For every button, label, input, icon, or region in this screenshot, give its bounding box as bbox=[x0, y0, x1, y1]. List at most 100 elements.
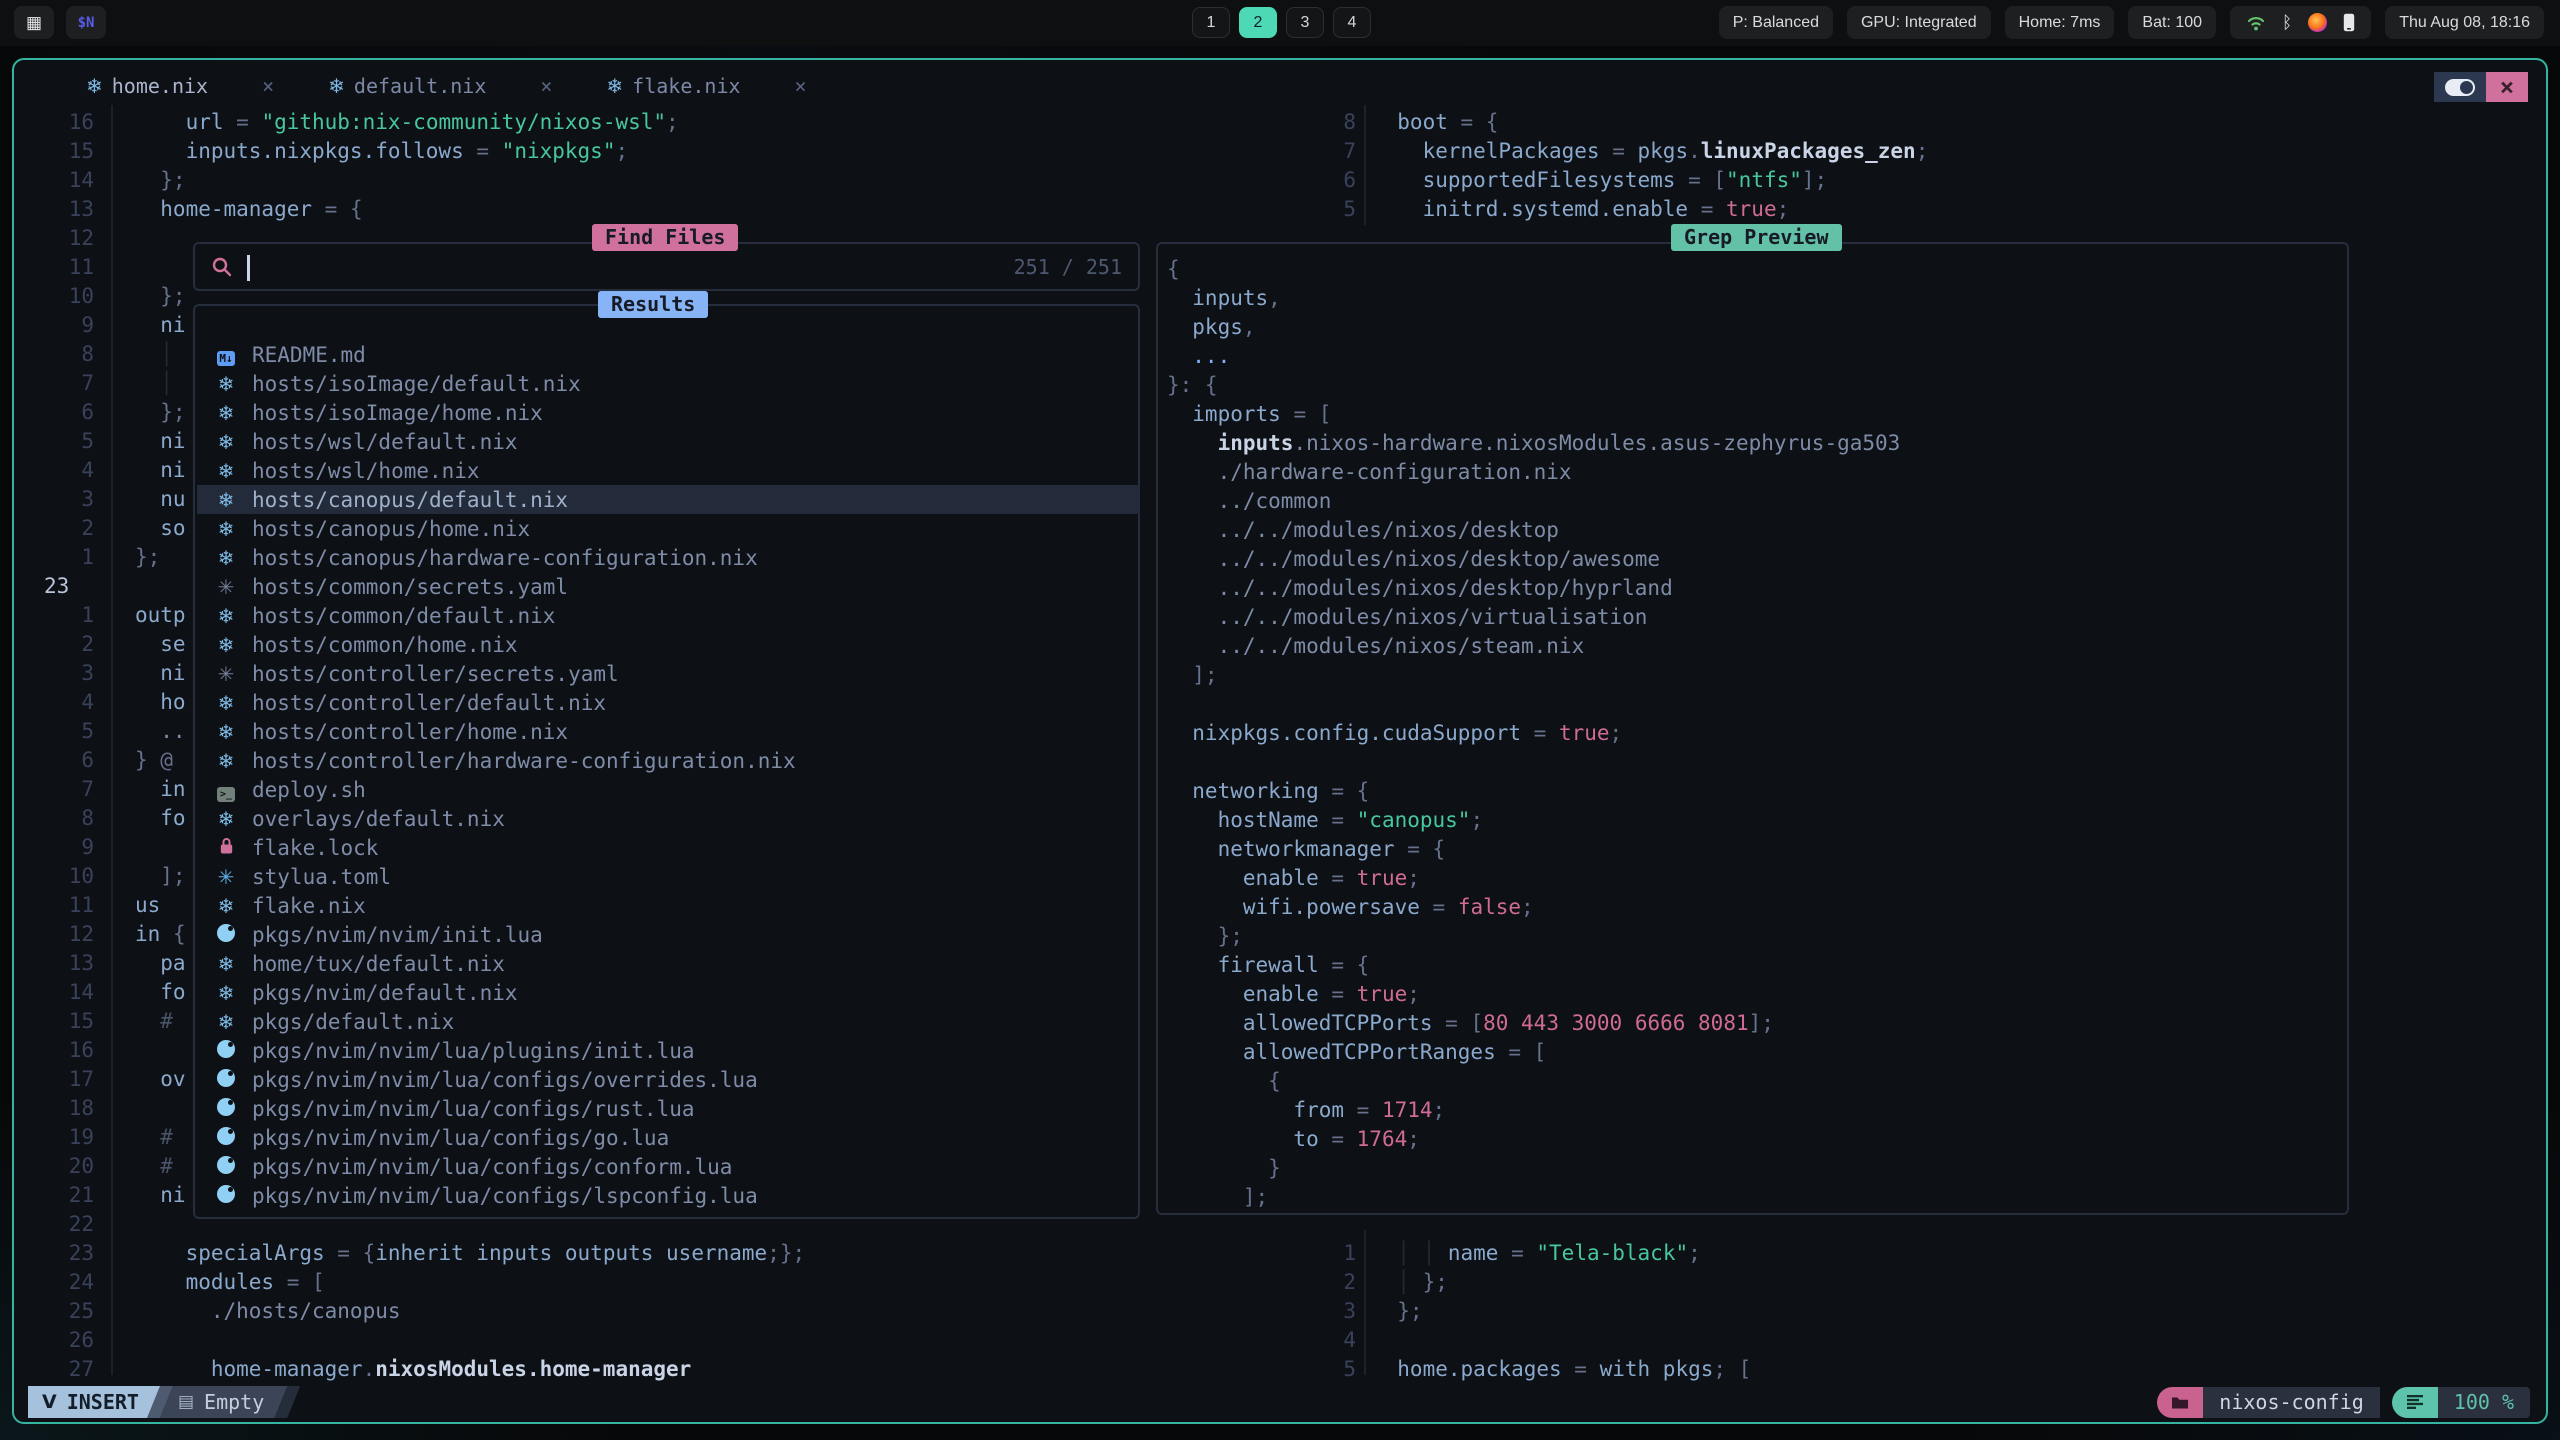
line-number: 3 bbox=[1308, 1297, 1356, 1326]
result-item[interactable]: pkgs/nvim/nvim/lua/plugins/init.lua bbox=[197, 1036, 1140, 1065]
network-icon[interactable] bbox=[2246, 14, 2266, 32]
result-item[interactable]: ❄ flake.nix bbox=[197, 891, 1140, 920]
lua-file-icon bbox=[213, 1155, 239, 1179]
result-file-path: hosts/controller/hardware-configuration.… bbox=[252, 749, 796, 773]
result-file-path: README.md bbox=[252, 343, 366, 367]
launcher-button[interactable]: ▦ bbox=[14, 6, 54, 39]
result-file-path: pkgs/nvim/nvim/lua/configs/overrides.lua bbox=[252, 1068, 758, 1092]
code-text: ni bbox=[135, 1181, 186, 1210]
code-text: } @ bbox=[135, 746, 173, 775]
search-icon bbox=[211, 256, 233, 278]
result-item[interactable]: ❄pkgs/nvim/default.nix bbox=[197, 978, 1140, 1007]
orb-icon[interactable] bbox=[2308, 13, 2327, 32]
preview-text: networkmanager = { bbox=[1167, 835, 1445, 864]
system-tray: ᛒ bbox=[2230, 6, 2371, 39]
result-file-path: hosts/common/default.nix bbox=[252, 604, 555, 628]
preview-line: }: { bbox=[1158, 371, 2347, 400]
result-file-path: flake.nix bbox=[252, 894, 366, 918]
preview-text: ../../modules/nixos/steam.nix bbox=[1167, 632, 1584, 661]
result-item[interactable]: ❄hosts/wsl/default.nix bbox=[197, 427, 1140, 456]
phone-icon[interactable] bbox=[2343, 13, 2355, 32]
yaml-file-icon: ✳ bbox=[213, 575, 239, 599]
code-text: so bbox=[135, 514, 186, 543]
line-number: 17 bbox=[46, 1065, 94, 1094]
result-file-path: pkgs/nvim/nvim/lua/configs/conform.lua bbox=[252, 1155, 732, 1179]
preview-line: inputs.nixos-hardware.nixosModules.asus-… bbox=[1158, 429, 2347, 458]
tab-flake.nix[interactable]: ❄flake.nix× bbox=[606, 74, 806, 98]
preview-text: ./hardware-configuration.nix bbox=[1167, 458, 1572, 487]
tab-default.nix[interactable]: ❄default.nix× bbox=[328, 74, 552, 98]
code-text: }; bbox=[135, 543, 160, 572]
preview-line: pkgs, bbox=[1158, 313, 2347, 342]
result-file-path: flake.lock bbox=[252, 836, 378, 860]
result-item[interactable]: ❄hosts/canopus/hardware-configuration.ni… bbox=[197, 543, 1140, 572]
tab-close-icon[interactable]: × bbox=[795, 74, 807, 98]
workspace-button-3[interactable]: 3 bbox=[1286, 7, 1324, 38]
code-text: # bbox=[135, 1152, 173, 1181]
result-file-path: pkgs/nvim/nvim/lua/configs/lspconfig.lua bbox=[252, 1184, 758, 1208]
preview-text: }; bbox=[1167, 922, 1243, 951]
result-item[interactable]: pkgs/nvim/nvim/lua/configs/conform.lua bbox=[197, 1152, 1140, 1181]
tab-home.nix[interactable]: ❄home.nix× bbox=[86, 74, 274, 98]
current-line-number: 23 bbox=[36, 572, 84, 601]
result-item[interactable]: ✳hosts/common/secrets.yaml bbox=[197, 572, 1140, 601]
workspace-button-4[interactable]: 4 bbox=[1333, 7, 1371, 38]
project-chip bbox=[2157, 1387, 2203, 1418]
result-item[interactable]: ❄hosts/canopus/home.nix bbox=[197, 514, 1140, 543]
code-text: kernelPackages = pkgs.linuxPackages_zen; bbox=[1372, 137, 1928, 166]
result-file-path: hosts/isoImage/home.nix bbox=[252, 401, 543, 425]
lock-file-icon bbox=[213, 836, 239, 860]
result-item[interactable]: ❄hosts/controller/home.nix bbox=[197, 717, 1140, 746]
tab-close-icon[interactable]: × bbox=[262, 74, 274, 98]
file-state-label: Empty bbox=[204, 1390, 264, 1414]
preview-line: imports = [ bbox=[1158, 400, 2347, 429]
preview-text: { bbox=[1167, 255, 1180, 284]
result-item[interactable]: ❄home/tux/default.nix bbox=[197, 949, 1140, 978]
result-item[interactable]: ❄hosts/controller/hardware-configuration… bbox=[197, 746, 1140, 775]
neovim-app-badge[interactable]: $N bbox=[66, 6, 106, 39]
result-item[interactable]: pkgs/nvim/nvim/lua/configs/go.lua bbox=[197, 1123, 1140, 1152]
result-item[interactable]: pkgs/nvim/nvim/lua/configs/rust.lua bbox=[197, 1094, 1140, 1123]
window-close-button[interactable]: × bbox=[2486, 72, 2528, 102]
result-item[interactable]: ❄hosts/common/home.nix bbox=[197, 630, 1140, 659]
result-item[interactable]: ❄hosts/common/default.nix bbox=[197, 601, 1140, 630]
result-item[interactable]: pkgs/nvim/nvim/init.lua bbox=[197, 920, 1140, 949]
line-number: 5 bbox=[46, 427, 94, 456]
code-text: │ }; bbox=[1372, 1268, 1448, 1297]
result-item[interactable]: M↓README.md bbox=[197, 340, 1140, 369]
nix-file-icon: ❄ bbox=[213, 691, 239, 715]
tab-close-icon[interactable]: × bbox=[540, 74, 552, 98]
code-line: 7 kernelPackages = pkgs.linuxPackages_ze… bbox=[14, 137, 2546, 166]
preview-text: nixpkgs.config.cudaSupport = true; bbox=[1167, 719, 1622, 748]
result-item[interactable]: ❄pkgs/default.nix bbox=[197, 1007, 1140, 1036]
result-item[interactable]: ✳stylua.toml bbox=[197, 862, 1140, 891]
result-file-path: hosts/common/home.nix bbox=[252, 633, 518, 657]
project-name: nixos-config bbox=[2203, 1387, 2380, 1418]
toggle-icon bbox=[2445, 79, 2475, 96]
code-text: }; bbox=[135, 398, 186, 427]
result-item[interactable]: ❄overlays/default.nix bbox=[197, 804, 1140, 833]
result-item[interactable]: pkgs/nvim/nvim/lua/configs/overrides.lua bbox=[197, 1065, 1140, 1094]
line-number: 18 bbox=[46, 1094, 94, 1123]
line-number: 13 bbox=[46, 949, 94, 978]
result-item[interactable]: ✳hosts/controller/secrets.yaml bbox=[197, 659, 1140, 688]
window-toggle-button[interactable] bbox=[2434, 72, 2486, 102]
result-item[interactable]: pkgs/nvim/nvim/lua/configs/lspconfig.lua bbox=[197, 1181, 1140, 1210]
clock: Thu Aug 08, 18:16 bbox=[2385, 6, 2544, 39]
nix-file-icon: ❄ bbox=[213, 894, 239, 918]
result-item[interactable]: ❄hosts/isoImage/default.nix bbox=[197, 369, 1140, 398]
statusline: V INSERT ▤ Empty nixos-config bbox=[14, 1386, 2546, 1418]
result-item[interactable]: >_deploy.sh bbox=[197, 775, 1140, 804]
result-item[interactable]: flake.lock bbox=[197, 833, 1140, 862]
result-item[interactable]: ❄hosts/controller/default.nix bbox=[197, 688, 1140, 717]
result-item[interactable]: ❄hosts/isoImage/home.nix bbox=[197, 398, 1140, 427]
workspace-button-1[interactable]: 1 bbox=[1192, 7, 1230, 38]
nvim-icon: $N bbox=[78, 15, 95, 31]
preview-line: wifi.powersave = false; bbox=[1158, 893, 2347, 922]
preview-text: ../../modules/nixos/virtualisation bbox=[1167, 603, 1647, 632]
result-item[interactable]: ❄hosts/wsl/home.nix bbox=[197, 456, 1140, 485]
result-item[interactable]: ❄hosts/canopus/default.nix bbox=[197, 485, 1140, 514]
result-file-path: pkgs/nvim/nvim/init.lua bbox=[252, 923, 543, 947]
workspace-button-2[interactable]: 2 bbox=[1239, 7, 1277, 38]
bluetooth-icon[interactable]: ᛒ bbox=[2282, 13, 2292, 33]
